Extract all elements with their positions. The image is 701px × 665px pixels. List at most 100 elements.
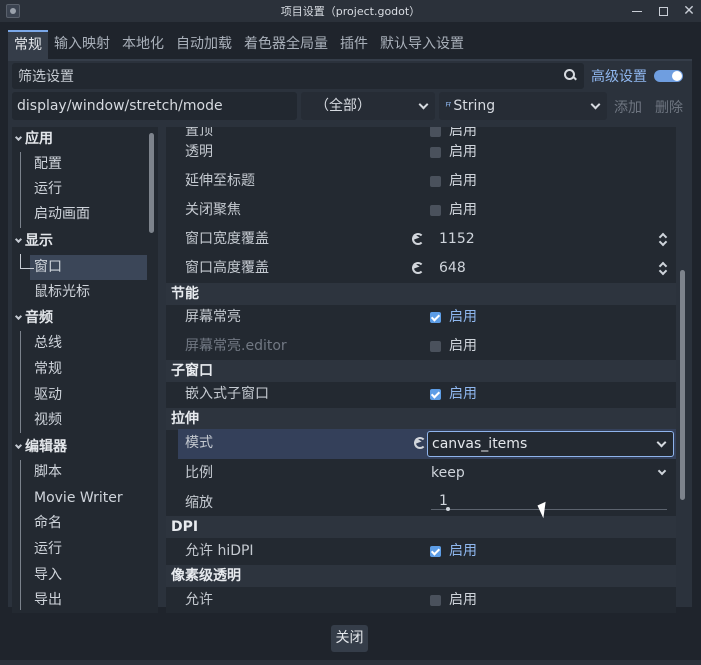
checkbox[interactable] [430, 147, 441, 158]
tree-item-import[interactable]: 导入 [12, 563, 158, 588]
feature-scope-value: （全部） [315, 98, 371, 114]
prop-label: 缩放 [185, 495, 213, 511]
checkbox[interactable] [430, 595, 441, 606]
tree-item-buses[interactable]: 总线 [12, 331, 158, 356]
tree-item-naming[interactable]: 命名 [12, 511, 158, 536]
filter-settings-input[interactable]: 筛选设置 [12, 63, 584, 89]
tree-item-run[interactable]: 运行 [12, 177, 158, 202]
tab-bar: 常规 输入映射 本地化 自动加载 着色器全局量 插件 默认导入设置 [8, 30, 470, 59]
prop-row-keep-screen-on-editor: 屏幕常亮.editor 启用 [166, 332, 676, 361]
tree-label: Movie Writer [34, 490, 123, 506]
revert-icon[interactable] [412, 262, 424, 274]
spinner-icon[interactable] [659, 262, 667, 276]
tree-item-editor-run[interactable]: 运行 [12, 537, 158, 562]
tree-label: 导入 [34, 567, 62, 583]
add-button[interactable]: 添加 [614, 97, 642, 117]
checkbox[interactable] [430, 176, 441, 187]
property-path-input[interactable]: display/window/stretch/mode [12, 92, 297, 120]
minimize-icon[interactable] [631, 5, 643, 17]
prop-row-allow-transparency: 允许 启用 [166, 586, 676, 613]
tab-autoload[interactable]: 自动加载 [170, 30, 238, 59]
close-window-icon[interactable]: ✕ [683, 4, 695, 18]
property-inspector: 置顶 启用 透明 启用 延伸至标题 启用 关闭聚焦 启用 窗口宽度覆盖 1152… [166, 127, 676, 613]
tree-label: 导出 [34, 592, 62, 608]
checkbox[interactable] [430, 341, 441, 352]
tab-general[interactable]: 常规 [8, 30, 48, 59]
aspect-dropdown[interactable]: keep [431, 459, 465, 488]
tab-shader-globals[interactable]: 着色器全局量 [238, 30, 334, 59]
prop-label: 屏幕常亮 [185, 309, 241, 325]
tree-category-display[interactable]: 显示 [12, 229, 158, 254]
tab-input-map[interactable]: 输入映射 [48, 30, 116, 59]
advanced-settings-toggle[interactable] [654, 70, 683, 82]
checkbox-label: 启用 [449, 592, 477, 608]
tree-category-audio[interactable]: 音频 [12, 306, 158, 331]
tab-localization[interactable]: 本地化 [116, 30, 170, 59]
tree-item-config[interactable]: 配置 [12, 152, 158, 177]
tree-scrollbar[interactable] [149, 133, 154, 233]
stretch-mode-dropdown[interactable]: canvas_items [427, 431, 674, 457]
tree-item-movie-writer[interactable]: Movie Writer [12, 486, 158, 511]
tree-item-boot-splash[interactable]: 启动画面 [12, 202, 158, 227]
checkbox-label: 启用 [449, 386, 477, 402]
tree-label: 音频 [25, 310, 53, 326]
chevron-down-icon[interactable] [657, 466, 667, 476]
checkbox-label: 启用 [449, 309, 477, 325]
checkbox[interactable] [430, 127, 441, 137]
checkbox[interactable] [430, 205, 441, 216]
prop-row-allow-hidpi: 允许 hiDPI 启用 [166, 537, 676, 566]
number-value[interactable]: 1152 [439, 225, 475, 254]
slider-grabber[interactable] [446, 507, 450, 511]
tree-item-script[interactable]: 脚本 [12, 460, 158, 485]
tree-item-driver[interactable]: 驱动 [12, 383, 158, 408]
tree-label: 显示 [25, 233, 53, 249]
section-label: 像素级透明 [171, 568, 241, 584]
prop-row-stretch-aspect: 比例 keep [166, 459, 676, 488]
category-tree: 应用 配置 运行 启动画面 显示 窗口 鼠标光标 音频 总线 常规 驱动 视频 … [12, 127, 158, 613]
checkbox[interactable] [430, 389, 441, 400]
prop-label: 透明 [185, 144, 213, 160]
section-label: DPI [171, 519, 199, 535]
revert-icon[interactable] [412, 233, 424, 245]
tab-import-defaults[interactable]: 默认导入设置 [374, 30, 470, 59]
tree-item-video[interactable]: 视频 [12, 408, 158, 433]
tree-item-window[interactable]: 窗口 [30, 255, 147, 280]
spinner-icon[interactable] [659, 233, 667, 247]
type-dropdown[interactable]: ꟸ String [439, 92, 607, 120]
tree-label: 编辑器 [25, 439, 67, 455]
prop-row-stretch-mode: 模式 canvas_items [178, 429, 676, 459]
revert-icon[interactable] [414, 437, 426, 449]
tree-category-application[interactable]: 应用 [12, 127, 158, 152]
section-label: 节能 [171, 286, 199, 302]
maximize-icon[interactable] [657, 5, 669, 17]
number-value[interactable]: 648 [439, 254, 466, 283]
tree-item-export[interactable]: 导出 [12, 588, 158, 613]
tree-label: 启动画面 [34, 206, 90, 222]
tree-item-mouse-cursor[interactable]: 鼠标光标 [12, 280, 158, 305]
type-value: String [453, 98, 496, 114]
prop-label: 窗口高度覆盖 [185, 260, 269, 276]
inspector-scrollbar[interactable] [680, 270, 685, 500]
tree-item-general[interactable]: 常规 [12, 357, 158, 382]
tree-label: 总线 [34, 335, 62, 351]
window-controls: ✕ [631, 0, 695, 22]
search-icon [564, 69, 576, 81]
tree-guide-line [20, 254, 21, 268]
prop-row-embed-subwindows: 嵌入式子窗口 启用 [166, 380, 676, 409]
godot-app-icon [6, 4, 20, 18]
tree-label: 脚本 [34, 464, 62, 480]
close-button[interactable]: 关闭 [331, 625, 368, 652]
tab-plugins[interactable]: 插件 [334, 30, 374, 59]
delete-button[interactable]: 删除 [655, 97, 683, 117]
checkbox[interactable] [430, 312, 441, 323]
window-title: 项目设置（project.godot） [280, 5, 421, 18]
prop-label: 允许 hiDPI [185, 543, 254, 559]
tree-label: 视频 [34, 412, 62, 428]
feature-scope-dropdown[interactable]: （全部） [301, 92, 435, 120]
tree-category-editor[interactable]: 编辑器 [12, 435, 158, 460]
string-type-icon: ꟸ [445, 100, 452, 113]
tree-guide-line [20, 331, 21, 433]
checkbox[interactable] [430, 546, 441, 557]
prop-row-extend-to-title: 延伸至标题 启用 [166, 167, 676, 196]
prop-label: 关闭聚焦 [185, 202, 241, 218]
